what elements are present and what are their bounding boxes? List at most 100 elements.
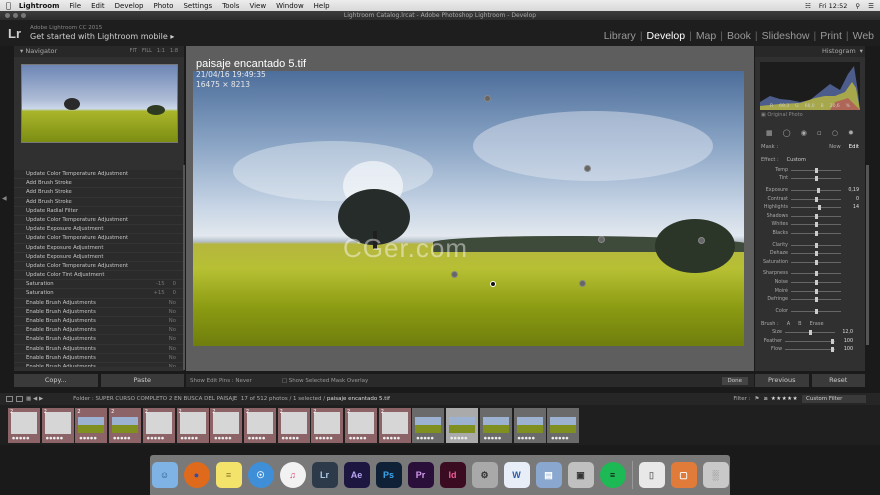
paste-button[interactable]: Paste (100, 374, 184, 387)
filmstrip-thumbnail[interactable]: 2 ●●●●● (109, 408, 142, 443)
dock-after-effects-icon[interactable]: Ae (343, 462, 370, 488)
zoom-1-8[interactable]: 1:8 (170, 46, 178, 57)
filmstrip-thumbnail[interactable]: 2 ●●●●● (41, 408, 74, 443)
dock-firefox-icon[interactable]: ● (183, 462, 210, 488)
wifi-icon[interactable]: ☵ (805, 2, 811, 10)
spot-removal-icon[interactable]: ◯ (783, 129, 791, 137)
module-develop[interactable]: Develop (643, 30, 690, 42)
history-item[interactable]: Enable Brush Adjustments No (14, 317, 184, 327)
edit-pin[interactable] (484, 95, 491, 102)
grid-icon[interactable]: ▦ (26, 396, 33, 402)
dock-spotify-icon[interactable]: ≡ (599, 462, 626, 488)
slider-knob[interactable] (815, 176, 818, 182)
history-item[interactable]: Update Exposure Adjustment (14, 225, 184, 235)
dock-safari-icon[interactable]: ☉ (247, 462, 274, 488)
slider-knob[interactable] (809, 330, 812, 336)
menu-file[interactable]: File (69, 2, 81, 10)
slider-knob[interactable] (815, 251, 818, 257)
filmstrip-thumbnail[interactable]: 2 ●●●●● (243, 408, 276, 443)
dock-premiere-icon[interactable]: Pr (407, 462, 434, 488)
mask-edit[interactable]: Edit (849, 144, 859, 150)
slider-noise[interactable]: Noise (761, 278, 859, 287)
edit-pin[interactable] (584, 165, 591, 172)
slider-moir[interactable]: Moiré (761, 287, 859, 296)
menu-tools[interactable]: Tools (222, 2, 239, 10)
slider-knob[interactable] (815, 167, 818, 173)
slider-knob[interactable] (815, 230, 818, 236)
slider-knob[interactable] (815, 242, 818, 248)
module-slideshow[interactable]: Slideshow (758, 30, 814, 42)
slider-temp[interactable]: Temp (761, 166, 859, 175)
dock-photo-booth-icon[interactable]: ▣ (567, 462, 594, 488)
identity-line2[interactable]: Get started with Lightroom mobile ▸ (30, 32, 174, 41)
history-item[interactable]: Enable Brush Adjustments No (14, 335, 184, 345)
menu-photo[interactable]: Photo (154, 2, 174, 10)
filmstrip-thumbnail[interactable]: ●●●●● (513, 408, 546, 443)
filmstrip-thumbnail[interactable]: 2 ●●●●● (345, 408, 377, 443)
slider-knob[interactable] (815, 288, 818, 294)
dock-preview-icon[interactable]: ▤ (535, 462, 562, 488)
menu-lightroom[interactable]: Lightroom (19, 2, 60, 10)
reset-button[interactable]: Reset (811, 374, 865, 387)
dock-photoshop-icon[interactable]: Ps (375, 462, 402, 488)
slider-dehaze[interactable]: Dehaze (761, 249, 859, 258)
slider-knob[interactable] (815, 297, 818, 303)
main-window-icon[interactable] (6, 396, 13, 402)
effect-select[interactable]: Custom (787, 157, 806, 163)
slider-knob[interactable] (831, 347, 834, 353)
history-item[interactable]: Saturation +15 0 (14, 289, 184, 299)
mask-new[interactable]: New (829, 144, 841, 150)
filmstrip-thumbnail[interactable]: ●●●●● (412, 408, 445, 443)
filmstrip-thumbnail[interactable]: ●●●●● (479, 408, 512, 443)
flag-filter-icon[interactable]: ⚑ (755, 396, 760, 402)
filmstrip-thumbnail[interactable]: 2 ●●●●● (75, 408, 108, 443)
slider-knob[interactable] (815, 196, 818, 202)
crop-icon[interactable]: ▦ (766, 129, 773, 137)
dock-documents-icon[interactable]: ▯ (638, 462, 665, 488)
filmstrip-thumbnail[interactable]: 2 ●●●●● (277, 408, 310, 443)
menu-view[interactable]: View (249, 2, 266, 10)
zoom-window-button[interactable] (21, 13, 26, 18)
histogram-header[interactable]: Histogram ▾ (755, 46, 865, 57)
red-eye-icon[interactable]: ◉ (801, 129, 807, 137)
slider-knob[interactable] (815, 308, 818, 314)
zoom-1-1[interactable]: 1:1 (157, 46, 165, 57)
brush-a[interactable]: A (787, 321, 790, 327)
slider-shadows[interactable]: Shadows (761, 212, 859, 221)
history-item[interactable]: Add Brush Stroke (14, 198, 184, 207)
history-item[interactable]: Add Brush Stroke (14, 179, 184, 189)
left-panel-toggle-icon[interactable]: ◀ (2, 195, 10, 202)
left-panel-scrollbar[interactable] (183, 165, 185, 370)
histogram[interactable]: R 69,3 G 66,0 B 20,6 % (760, 62, 860, 110)
radial-filter-icon[interactable]: ○ (832, 129, 838, 137)
history-item[interactable]: Enable Brush Adjustments No (14, 354, 184, 363)
forward-arrow-icon[interactable]: ▶ (39, 396, 43, 402)
dock-downloads-icon[interactable]: ▢ (670, 462, 697, 488)
dock-stickies-icon[interactable]: ≡ (215, 462, 242, 488)
adjustment-brush-icon[interactable]: ✹ (848, 129, 854, 137)
apple-icon[interactable]:  (6, 1, 11, 10)
close-window-button[interactable] (5, 13, 10, 18)
module-print[interactable]: Print (816, 30, 846, 42)
dock-itunes-icon[interactable]: ♫ (279, 462, 306, 488)
menu-window[interactable]: Window (276, 2, 304, 10)
filmstrip-thumbnail[interactable]: 2 ●●●●● (142, 408, 175, 443)
mask-overlay-checkbox[interactable]: □ (282, 378, 289, 384)
edit-pin[interactable] (451, 271, 458, 278)
selected-edit-pin[interactable] (490, 281, 496, 287)
history-item[interactable]: Update Color Temperature Adjustment (14, 216, 184, 226)
menu-develop[interactable]: Develop (115, 2, 144, 10)
brush-flow-slider[interactable]: Flow 100 (755, 346, 865, 355)
zoom-fit[interactable]: FIT (130, 46, 137, 57)
edit-pin[interactable] (598, 236, 605, 243)
history-item[interactable]: Enable Brush Adjustments No (14, 345, 184, 354)
edit-pins-select[interactable]: Never (235, 378, 251, 384)
dock-finder-icon[interactable]: ☺ (151, 462, 178, 488)
filmstrip-thumbnail[interactable]: ●●●●● (446, 408, 479, 443)
filmstrip-thumbnail[interactable]: 2 ●●●●● (378, 408, 411, 443)
history-item[interactable]: Enable Brush Adjustments No (14, 363, 184, 367)
slider-whites[interactable]: Whites (761, 221, 859, 230)
filmstrip-thumbnail[interactable]: 2 ●●●●● (176, 408, 209, 443)
slider-knob[interactable] (815, 222, 818, 228)
history-item[interactable]: Enable Brush Adjustments No (14, 308, 184, 317)
